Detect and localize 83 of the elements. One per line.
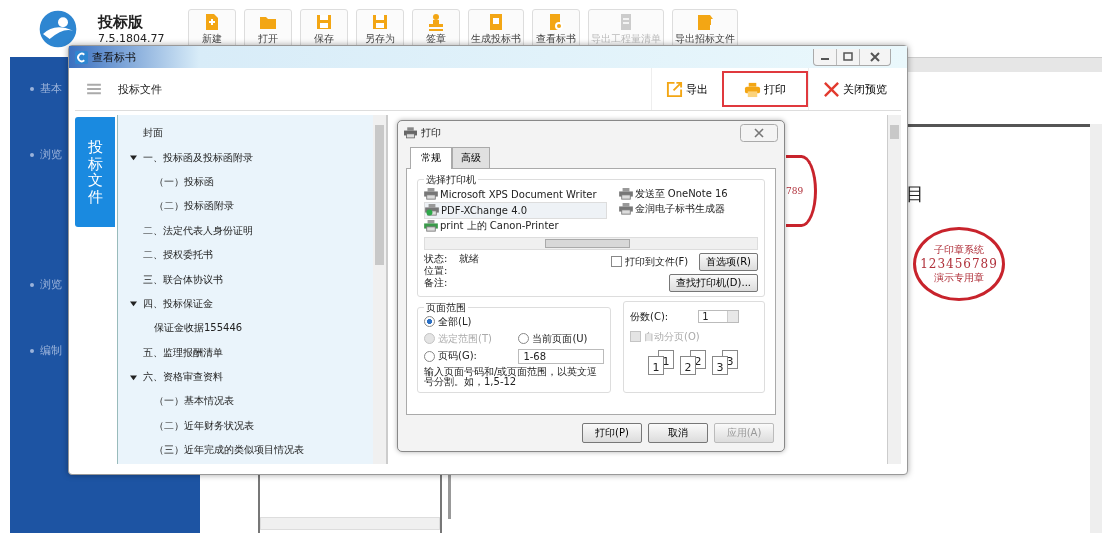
- outline-item[interactable]: 保证金收据155446: [154, 321, 243, 336]
- toolbar-button[interactable]: 打印: [722, 71, 808, 107]
- field-label: 位置:: [424, 264, 448, 277]
- scrollbar[interactable]: [424, 236, 758, 250]
- export-icon: [666, 80, 683, 98]
- seal-stamp: 子印章系统 123456789 演示专用章: [913, 227, 1005, 301]
- checkbox[interactable]: [610, 256, 622, 268]
- printer-item[interactable]: 发送至 OneNote 16: [618, 186, 738, 202]
- app-title: 投标版: [98, 12, 144, 32]
- radio-button[interactable]: [424, 350, 435, 362]
- find-printer-button[interactable]: 查找打印机(D)...: [668, 273, 758, 292]
- hint-text: 输入页面号码和/或页面范围，以英文逗号分割。如，1,5-12: [424, 366, 599, 388]
- radio-label[interactable]: 页码(G):: [438, 349, 477, 364]
- save-icon: [314, 12, 334, 32]
- printer-item[interactable]: print 上的 Canon-Printer: [424, 218, 607, 234]
- close-button[interactable]: [740, 123, 778, 142]
- section-title: 投标文件: [118, 81, 162, 97]
- dialog-title: 打印: [421, 125, 441, 140]
- expand-arrow-icon[interactable]: [130, 154, 137, 162]
- outline-item[interactable]: 二、授权委托书: [143, 248, 213, 263]
- bullet-icon: [30, 348, 34, 353]
- sidebar-item[interactable]: 编制: [40, 343, 62, 358]
- radio-label[interactable]: 全部(L): [438, 314, 472, 329]
- outline-item[interactable]: 六、资格审查资料: [143, 370, 223, 385]
- checkbox-label[interactable]: 打印到文件(F): [624, 254, 689, 269]
- outline-item[interactable]: （二）投标函附录: [154, 199, 234, 214]
- expand-arrow-icon[interactable]: [130, 373, 137, 381]
- dialog-button[interactable]: 取消: [648, 423, 708, 443]
- group-label: 选择打印机: [425, 172, 477, 187]
- outline-item[interactable]: 二、法定代表人身份证明: [143, 223, 253, 238]
- expand-arrow-icon[interactable]: [130, 300, 137, 308]
- radio-button[interactable]: [424, 316, 435, 328]
- close-icon: [823, 80, 840, 98]
- outline-item[interactable]: 五、监理报酬清单: [143, 345, 223, 360]
- field-label: 状态:: [424, 252, 448, 265]
- group-label: 页面范围: [425, 300, 467, 315]
- outline-item[interactable]: （一）基本情况表: [154, 394, 234, 409]
- logo-icon: [38, 8, 78, 49]
- menu-icon[interactable]: [87, 83, 101, 95]
- bullet-icon: [30, 282, 34, 287]
- sidebar-item[interactable]: 浏览: [40, 147, 62, 162]
- bullet-icon: [30, 152, 34, 157]
- page-range-field[interactable]: 1-68: [518, 348, 604, 364]
- radio-button[interactable]: [518, 333, 530, 345]
- app-version: 7.5.1804.77: [98, 31, 166, 45]
- outline-item[interactable]: （二）近年财务状况表: [154, 418, 254, 433]
- side-tab[interactable]: 投标文件: [75, 117, 115, 227]
- radio-label[interactable]: 当前页面(U): [532, 331, 588, 346]
- scrollbar[interactable]: [1090, 124, 1102, 533]
- sidebar-item[interactable]: 浏览: [40, 277, 62, 292]
- dialog-button[interactable]: 打印(P): [582, 423, 642, 443]
- scrollbar[interactable]: [373, 115, 386, 464]
- window-title: 查看标书: [92, 49, 136, 65]
- printer-item[interactable]: Microsoft XPS Document Writer: [424, 186, 607, 202]
- tab[interactable]: 常规: [410, 146, 452, 169]
- outline-item[interactable]: 封面: [143, 126, 163, 141]
- preferences-button[interactable]: 首选项(R): [699, 252, 758, 271]
- scrollbar[interactable]: [887, 115, 901, 464]
- bullet-icon: [30, 86, 34, 91]
- scrollbar[interactable]: [260, 517, 440, 530]
- sidebar-item[interactable]: 基本: [40, 81, 62, 96]
- save-as-icon: [370, 12, 390, 32]
- stamp-icon: [426, 12, 446, 32]
- field-value: 就绪: [459, 252, 480, 265]
- printer-item[interactable]: 金润电子标书生成器: [618, 201, 738, 217]
- outline-item[interactable]: 三、联合体协议书: [143, 272, 223, 287]
- page-icon: 1: [648, 355, 664, 375]
- outline-item[interactable]: 一、投标函及投标函附录: [143, 150, 253, 165]
- page-icon: 2: [680, 355, 696, 375]
- outline-item[interactable]: （一）投标函: [154, 174, 214, 189]
- printer-item[interactable]: PDF-XChange 4.0: [424, 201, 607, 219]
- tab[interactable]: 高级: [452, 146, 490, 168]
- page-icon: 3: [712, 355, 728, 375]
- field-label: 份数(C):: [630, 309, 669, 324]
- printer-icon: [744, 80, 761, 98]
- copies-spinner[interactable]: 1: [698, 310, 740, 324]
- outline-item[interactable]: （三）近年完成的类似项目情况表: [154, 443, 304, 458]
- outline-item[interactable]: 四、投标保证金: [143, 296, 213, 311]
- document-heading: 目: [906, 182, 924, 206]
- app-icon: [75, 50, 88, 64]
- field-label: 备注:: [424, 276, 448, 289]
- printer-icon: [404, 126, 417, 139]
- document-export-icon: [695, 12, 715, 32]
